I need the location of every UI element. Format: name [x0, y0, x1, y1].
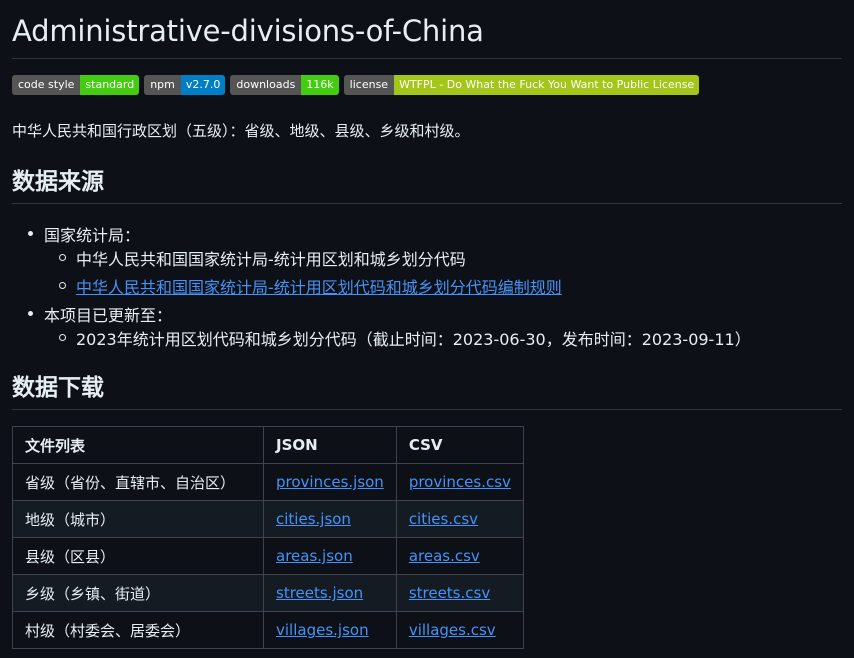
list-item: 国家统计局：: [27, 222, 140, 246]
readme-page: Administrative-divisions-of-China code s…: [0, 0, 854, 658]
badge-label: code style: [12, 75, 81, 95]
page-title: Administrative-divisions-of-China: [12, 12, 842, 59]
file-level: 县级（区县）: [12, 537, 264, 575]
list-item: 2023年统计用区划代码和城乡划分代码（截止时间：2023-06-30，发布时间…: [59, 326, 751, 350]
description: 中华人民共和国行政区划（五级）：省级、地级、县级、乡级和村级。: [12, 122, 470, 140]
csv-link[interactable]: areas.csv: [409, 547, 480, 565]
table-row: 省级（省份、直辖市、自治区） provinces.json provinces.…: [12, 463, 524, 501]
table-row: 地级（城市） cities.json cities.csv: [12, 500, 524, 538]
csv-link[interactable]: streets.csv: [409, 584, 490, 602]
file-level: 村级（村委会、居委会）: [12, 611, 264, 649]
table-row: 村级（村委会、居委会） villages.json villages.csv: [12, 611, 524, 649]
badge-label: downloads: [230, 75, 302, 95]
csv-link[interactable]: villages.csv: [409, 621, 496, 639]
table-header-row: 文件列表 JSON CSV: [12, 426, 524, 464]
json-link[interactable]: villages.json: [276, 621, 369, 639]
download-table: 文件列表 JSON CSV 省级（省份、直辖市、自治区） provinces.j…: [12, 426, 524, 649]
badge-row: code style standard npm v2.7.0 downloads…: [12, 75, 700, 95]
badge-value: WTFPL - Do What the Fuck You Want to Pub…: [394, 75, 700, 95]
badge-npm[interactable]: npm v2.7.0: [144, 75, 226, 95]
column-header: CSV: [395, 426, 524, 464]
json-link[interactable]: provinces.json: [276, 473, 384, 491]
heading-sources: 数据来源: [12, 167, 842, 204]
badge-code-style[interactable]: code style standard: [12, 75, 140, 95]
column-header: JSON: [263, 426, 397, 464]
badge-license[interactable]: license WTFPL - Do What the Fuck You Wan…: [343, 75, 700, 95]
file-level: 地级（城市）: [12, 500, 264, 538]
table-row: 乡级（乡镇、街道） streets.json streets.csv: [12, 574, 524, 612]
list-item: 中华人民共和国国家统计局-统计用区划代码和城乡划分代码编制规则: [59, 274, 562, 298]
badge-label: npm: [144, 75, 181, 95]
file-level: 乡级（乡镇、街道）: [12, 574, 264, 612]
file-level: 省级（省份、直辖市、自治区）: [12, 463, 264, 501]
csv-link[interactable]: cities.csv: [409, 510, 478, 528]
badge-value: standard: [80, 75, 140, 95]
json-link[interactable]: areas.json: [276, 547, 353, 565]
list-item: 中华人民共和国国家统计局-统计用区划和城乡划分代码: [59, 246, 466, 270]
table-row: 县级（区县） areas.json areas.csv: [12, 537, 524, 575]
heading-download: 数据下载: [12, 373, 842, 410]
badge-downloads[interactable]: downloads 116k: [230, 75, 339, 95]
badge-value: v2.7.0: [180, 75, 226, 95]
csv-link[interactable]: provinces.csv: [409, 473, 511, 491]
json-link[interactable]: cities.json: [276, 510, 351, 528]
json-link[interactable]: streets.json: [276, 584, 363, 602]
badge-label: license: [343, 75, 395, 95]
badge-value: 116k: [301, 75, 339, 95]
list-item: 本项目已更新至：: [27, 302, 172, 326]
rules-link[interactable]: 中华人民共和国国家统计局-统计用区划代码和城乡划分代码编制规则: [76, 278, 562, 297]
column-header: 文件列表: [12, 426, 264, 464]
